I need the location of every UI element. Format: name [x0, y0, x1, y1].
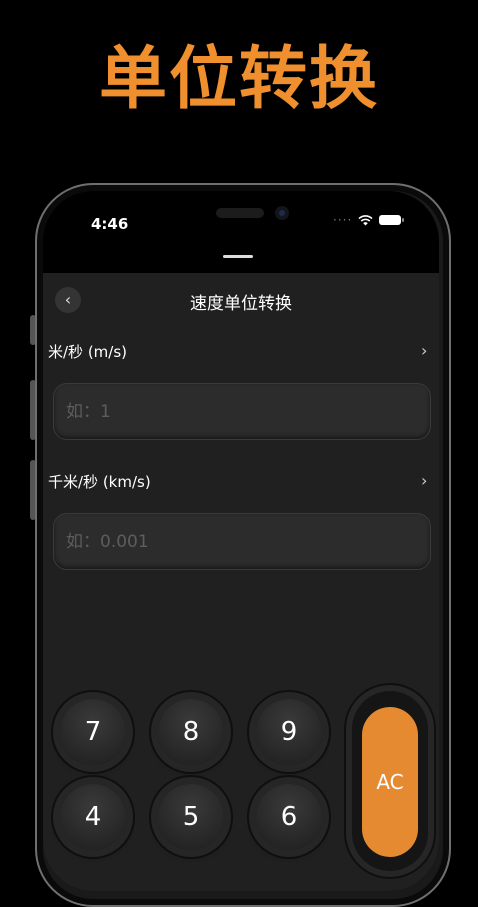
signal-icon: ····	[333, 213, 353, 227]
chevron-right-icon[interactable]: ›	[421, 471, 427, 490]
sheet-handle[interactable]	[223, 255, 253, 258]
headline: 单位转换	[98, 40, 379, 119]
status-time: 4:46	[91, 215, 129, 233]
kms-field[interactable]	[53, 513, 431, 570]
unit-label-kms[interactable]: 千米/秒 (km/s)	[48, 471, 151, 492]
kms-input[interactable]	[54, 514, 406, 569]
wifi-icon	[358, 214, 373, 225]
key-4[interactable]: 4	[60, 784, 126, 850]
battery-icon	[379, 215, 405, 225]
camera-icon	[275, 206, 289, 220]
key-8[interactable]: 8	[158, 699, 224, 765]
dynamic-island	[216, 208, 264, 218]
key-7[interactable]: 7	[60, 699, 126, 765]
ms-input[interactable]	[54, 384, 406, 439]
ms-field[interactable]	[53, 383, 431, 440]
page-title: 速度单位转换	[190, 294, 292, 314]
phone-screen: 4:46 ···· ‹ 速度单位转换 米/秒 (m/s) › 千米/秒 (km/…	[43, 191, 439, 891]
status-icons: ····	[333, 213, 405, 227]
clear-button[interactable]: AC	[362, 707, 418, 857]
key-5[interactable]: 5	[158, 784, 224, 850]
chevron-right-icon[interactable]: ›	[421, 341, 427, 360]
key-9[interactable]: 9	[256, 699, 322, 765]
key-6[interactable]: 6	[256, 784, 322, 850]
unit-label-ms[interactable]: 米/秒 (m/s)	[48, 341, 127, 362]
